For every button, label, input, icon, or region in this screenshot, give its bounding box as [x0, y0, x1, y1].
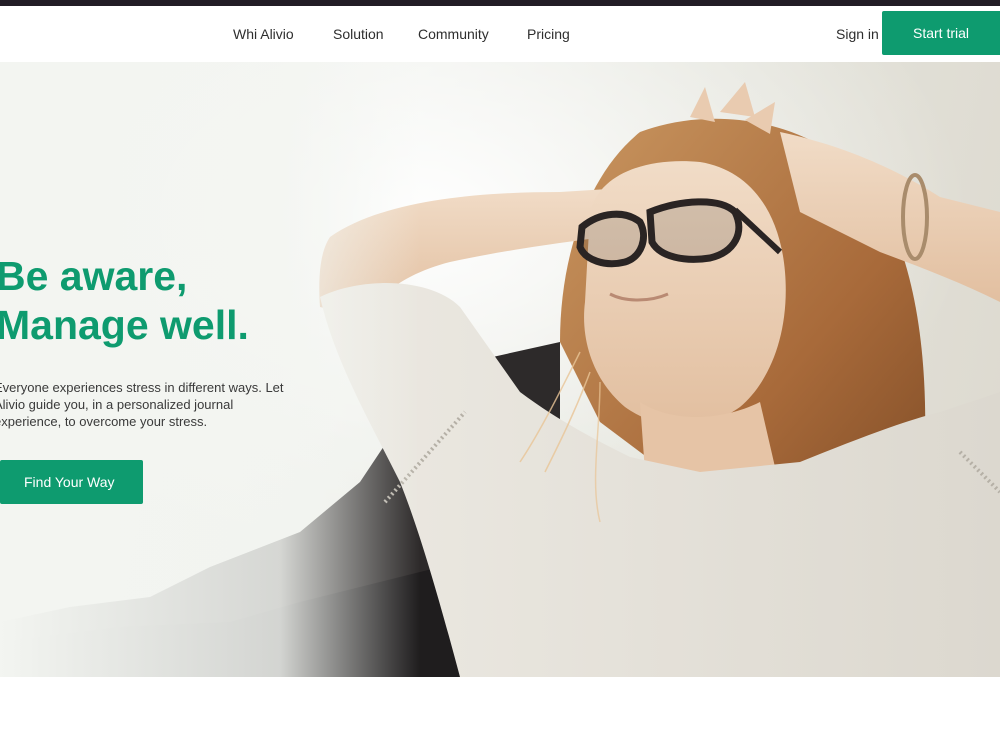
- find-your-way-button[interactable]: Find Your Way: [0, 460, 143, 504]
- nav-link-about[interactable]: Whi Alivio: [233, 6, 294, 62]
- hero-photo: [0, 62, 1000, 677]
- nav-link-pricing[interactable]: Pricing: [527, 6, 570, 62]
- nav-link-solution[interactable]: Solution: [333, 6, 384, 62]
- hero-title: Be aware, Manage well.: [0, 252, 249, 350]
- hero-section: Be aware, Manage well. Everyone experien…: [0, 62, 1000, 677]
- sign-in-link[interactable]: Sign in: [836, 6, 879, 62]
- hero-title-line-2: Manage well.: [0, 302, 249, 348]
- nav-link-community[interactable]: Community: [418, 6, 489, 62]
- top-navigation: Whi Alivio Solution Community Pricing Si…: [0, 6, 1000, 62]
- hero-description: Everyone experiences stress in different…: [0, 380, 284, 429]
- start-trial-button[interactable]: Start trial: [882, 11, 1000, 55]
- hero-title-line-1: Be aware,: [0, 253, 188, 299]
